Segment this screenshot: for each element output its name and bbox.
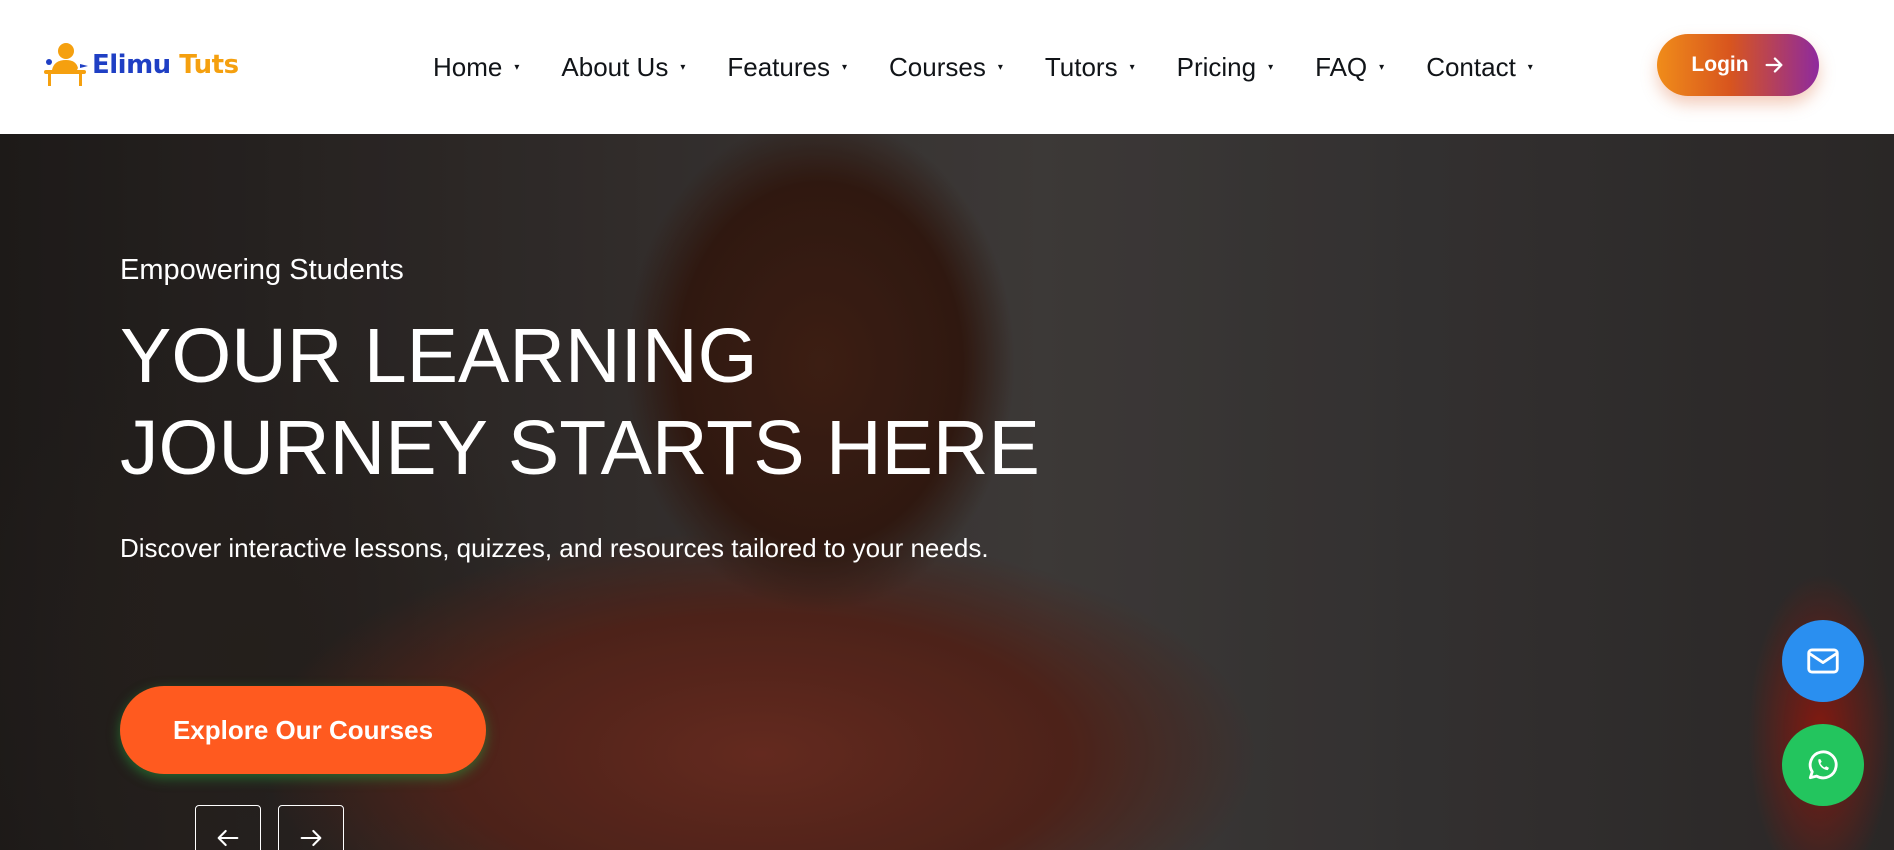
caret-down-icon: ▾ (1379, 61, 1385, 73)
nav-item-label: Features (727, 51, 830, 82)
slider-prev-button[interactable] (195, 805, 261, 850)
whatsapp-icon (1808, 750, 1838, 780)
arrow-right-icon (1765, 57, 1783, 73)
nav-item-home[interactable]: Home ▾ (433, 52, 519, 83)
nav-item-label: FAQ (1315, 51, 1368, 82)
hero-description: Discover interactive lessons, quizzes, a… (120, 533, 989, 563)
whatsapp-float-button[interactable] (1782, 724, 1864, 806)
brand-name-part2: Tuts (179, 50, 239, 80)
nav-item-tutors[interactable]: Tutors ▾ (1045, 52, 1135, 83)
nav-item-courses[interactable]: Courses ▾ (889, 52, 1003, 83)
hero-title: YOUR LEARNING JOURNEY STARTS HERE (120, 310, 1080, 494)
logo[interactable]: Elimu Tuts (42, 42, 239, 88)
caret-down-icon: ▾ (997, 61, 1003, 73)
hero-title-line2: JOURNEY STARTS HERE (120, 405, 1040, 491)
login-button[interactable]: Login (1657, 34, 1819, 96)
slider-next-button[interactable] (278, 805, 344, 850)
explore-courses-button[interactable]: Explore Our Courses (120, 686, 486, 774)
hero-title-line1: YOUR LEARNING (120, 313, 758, 399)
nav-item-label: Pricing (1176, 51, 1257, 82)
hero-banner: Empowering Students YOUR LEARNING JOURNE… (0, 134, 1894, 850)
caret-down-icon: ▾ (841, 61, 848, 73)
login-label: Login (1691, 53, 1749, 76)
nav-item-pricing[interactable]: Pricing ▾ (1177, 52, 1274, 83)
nav-item-label: Home (433, 51, 503, 82)
caret-down-icon: ▾ (680, 61, 686, 73)
caret-down-icon: ▾ (1527, 61, 1533, 73)
site-header: Elimu Tuts Home ▾ About Us ▾ Features ▾ … (0, 0, 1894, 134)
nav-item-features[interactable]: Features ▾ (727, 52, 847, 83)
arrow-right-icon (300, 829, 322, 847)
nav-item-label: Contact (1426, 51, 1516, 82)
mail-icon (1807, 648, 1839, 674)
nav-item-about-us[interactable]: About Us ▾ (561, 52, 685, 83)
nav-item-label: Courses (889, 51, 986, 82)
explore-courses-label: Explore Our Courses (172, 714, 434, 745)
email-float-button[interactable] (1782, 620, 1864, 702)
nav-item-faq[interactable]: FAQ ▾ (1315, 52, 1384, 83)
caret-down-icon: ▾ (514, 61, 520, 73)
main-nav: Home ▾ About Us ▾ Features ▾ Courses ▾ T… (433, 48, 1575, 86)
nav-item-contact[interactable]: Contact ▾ (1426, 52, 1533, 83)
caret-down-icon: ▾ (1129, 61, 1135, 73)
hero-subtitle: Empowering Students (120, 254, 404, 286)
brand-name-part1: Elimu (92, 50, 171, 80)
nav-item-label: Tutors (1044, 51, 1118, 82)
student-desk-icon (44, 43, 88, 86)
arrow-left-icon (217, 829, 239, 847)
nav-item-label: About Us (561, 51, 669, 82)
caret-down-icon: ▾ (1268, 61, 1274, 73)
